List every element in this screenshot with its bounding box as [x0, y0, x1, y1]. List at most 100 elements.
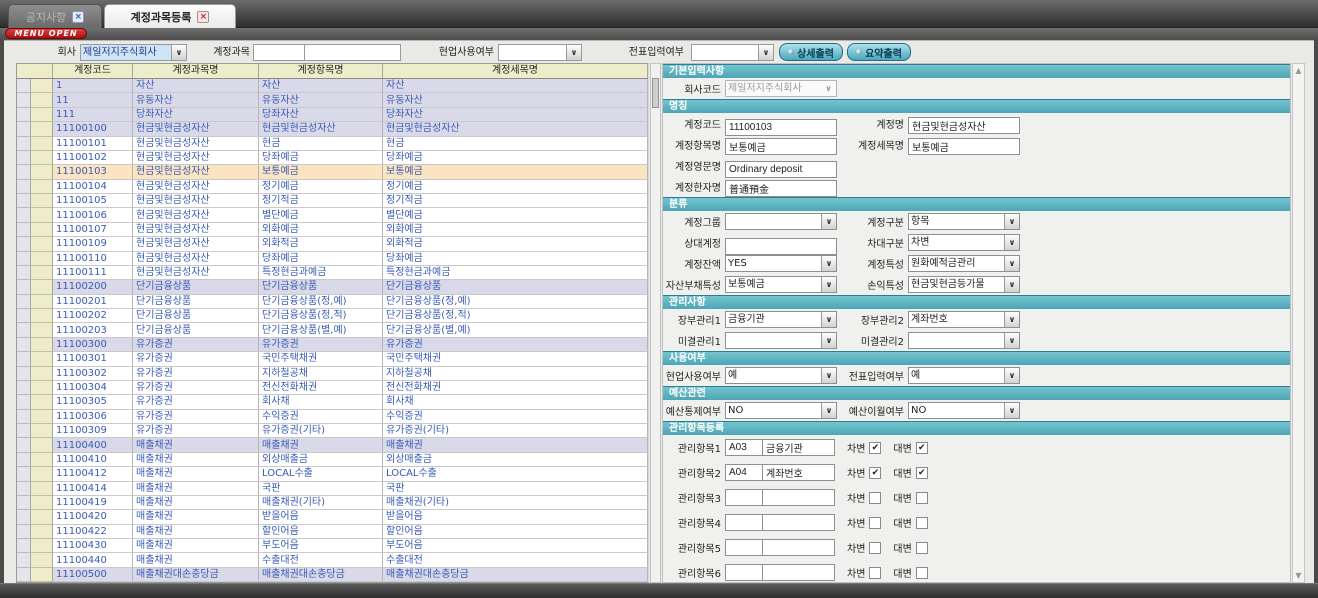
table-row[interactable]: 11100440매출채권수출대전수출대전 [17, 553, 648, 567]
mgmt-name-input[interactable] [763, 439, 835, 456]
account-name-input[interactable] [304, 44, 401, 61]
table-row[interactable]: 11100111현금및현금성자산특정현금과예금특정현금과예금 [17, 266, 648, 280]
table-row[interactable]: 11100104현금및현금성자산정기예금정기예금 [17, 180, 648, 194]
table-row[interactable]: 11100106현금및현금성자산별단예금별단예금 [17, 208, 648, 222]
table-row[interactable]: 11100412매출채권LOCAL수출LOCAL수출 [17, 467, 648, 481]
panel-scrollbar[interactable]: ▲ ▼ [1292, 63, 1305, 583]
slip-entry-select[interactable]: ∨ [691, 44, 774, 61]
mgmt-name-input[interactable] [763, 464, 835, 481]
계정특성-select[interactable]: 원화예적금관리∨ [908, 255, 1020, 272]
menu-open-button[interactable]: MENU OPEN [5, 28, 87, 39]
table-cell [17, 194, 31, 208]
계정구분-select[interactable]: 항목∨ [908, 213, 1020, 230]
table-row[interactable]: 11100422매출채권할인어음할인어음 [17, 525, 648, 539]
select-value [909, 333, 1004, 348]
table-row[interactable]: 11100109현금및현금성자산외화적금외화적금 [17, 237, 648, 251]
예산통제여부-select[interactable]: NO∨ [725, 402, 837, 419]
table-row[interactable]: 11100304유가증권전신전화채권전신전화채권 [17, 381, 648, 395]
table-row[interactable]: 11100309유가증권유가증권(기타)유가증권(기타) [17, 424, 648, 438]
scrollbar-thumb[interactable] [652, 78, 659, 108]
table-scrollbar[interactable] [650, 63, 661, 583]
차대구분-select[interactable]: 차변∨ [908, 234, 1020, 251]
장부관리1-select[interactable]: 금융기관∨ [725, 311, 837, 328]
계정그룹-select[interactable]: ∨ [725, 213, 837, 230]
table-row[interactable]: 11100430매출채권부도어음부도어음 [17, 539, 648, 553]
table-row[interactable]: 11100202단기금융상품단기금융상품(정,적)단기금융상품(정,적) [17, 309, 648, 323]
table-row[interactable]: 11100419매출채권매출채권(기타)매출채권(기타) [17, 496, 648, 510]
table-row[interactable]: 11100305유가증권회사채회사채 [17, 395, 648, 409]
detail-print-button[interactable]: 상세출력 [779, 43, 843, 61]
mgmt-code-input[interactable] [725, 514, 763, 531]
table-row[interactable]: 11100302유가증권지하철공채지하철공채 [17, 367, 648, 381]
계정영문명-input[interactable] [725, 161, 837, 178]
debit-checkbox[interactable] [869, 492, 881, 504]
table-row[interactable]: 1자산자산자산 [17, 79, 648, 93]
credit-checkbox[interactable]: ✔ [916, 467, 928, 479]
table-row[interactable]: 11100103현금및현금성자산보통예금보통예금 [17, 165, 648, 179]
자산부채특성-select[interactable]: 보통예금∨ [725, 276, 837, 293]
장부관리2-select[interactable]: 계좌번호∨ [908, 311, 1020, 328]
계정세목명-input[interactable] [908, 138, 1020, 155]
전표입력여부-select[interactable]: 예∨ [908, 367, 1020, 384]
mgmt-name-input[interactable] [763, 564, 835, 581]
credit-checkbox[interactable] [916, 542, 928, 554]
table-row[interactable]: 11100306유가증권수익증권수익증권 [17, 410, 648, 424]
mgmt-code-input[interactable] [725, 539, 763, 556]
debit-checkbox[interactable]: ✔ [869, 442, 881, 454]
table-row[interactable]: 11100203단기금융상품단기금융상품(별,예)단기금융상품(별,예) [17, 323, 648, 337]
현업사용여부-select[interactable]: 예∨ [725, 367, 837, 384]
미결관리2-select[interactable]: ∨ [908, 332, 1020, 349]
table-row[interactable]: 11100107현금및현금성자산외화예금외화예금 [17, 223, 648, 237]
table-row[interactable]: 11100301유가증권국민주택채권국민주택채권 [17, 352, 648, 366]
예산이월여부-select[interactable]: NO∨ [908, 402, 1020, 419]
계정잔액-select[interactable]: YES∨ [725, 255, 837, 272]
table-row[interactable]: 11100414매출채권국판국판 [17, 482, 648, 496]
debit-checkbox[interactable] [869, 542, 881, 554]
table-row[interactable]: 11100201단기금융상품단기금융상품(정,예)단기금융상품(정,예) [17, 295, 648, 309]
active-use-select[interactable]: ∨ [498, 44, 582, 61]
손익특성-select[interactable]: 현금및현금등가물∨ [908, 276, 1020, 293]
table-row[interactable]: 11100200단기금융상품단기금융상품단기금융상품 [17, 280, 648, 294]
상대계정-input[interactable] [725, 238, 837, 255]
table-row[interactable]: 11100101현금및현금성자산현금현금 [17, 137, 648, 151]
table-row[interactable]: 11100410매출채권외상매출금외상매출금 [17, 453, 648, 467]
account-code-input[interactable] [253, 44, 305, 61]
table-row[interactable]: 11100500매출채권대손충당금매출채권대손충당금매출채권대손충당금 [17, 568, 648, 582]
mgmt-code-input[interactable] [725, 464, 763, 481]
계정코드-input[interactable] [725, 119, 837, 136]
debit-checkbox[interactable]: ✔ [869, 467, 881, 479]
table-row[interactable]: 11유동자산유동자산유동자산 [17, 93, 648, 107]
계정항목명-input[interactable] [725, 138, 837, 155]
mgmt-code-input[interactable] [725, 564, 763, 581]
credit-checkbox[interactable] [916, 517, 928, 529]
credit-checkbox[interactable] [916, 492, 928, 504]
summary-print-button[interactable]: 요약출력 [847, 43, 911, 61]
credit-checkbox[interactable] [916, 567, 928, 579]
scroll-down-icon[interactable]: ▼ [1293, 571, 1304, 580]
mgmt-name-input[interactable] [763, 489, 835, 506]
debit-checkbox[interactable] [869, 567, 881, 579]
tab-close-icon[interactable]: × [72, 11, 84, 23]
table-row[interactable]: 11100102현금및현금성자산당좌예금당좌예금 [17, 151, 648, 165]
tab-close-icon[interactable]: × [197, 11, 209, 23]
tab-notice[interactable]: 공지사항× [8, 4, 102, 28]
mgmt-name-input[interactable] [763, 539, 835, 556]
table-row[interactable]: 11100110현금및현금성자산당좌예금당좌예금 [17, 252, 648, 266]
table-row[interactable]: 11100105현금및현금성자산정기적금정기적금 [17, 194, 648, 208]
scroll-up-icon[interactable]: ▲ [1293, 66, 1304, 75]
table-row[interactable]: 11100400매출채권매출채권매출채권 [17, 438, 648, 452]
credit-checkbox[interactable]: ✔ [916, 442, 928, 454]
debit-checkbox[interactable] [869, 517, 881, 529]
mgmt-code-input[interactable] [725, 439, 763, 456]
table-row[interactable]: 11100420매출채권받을어음받을어음 [17, 510, 648, 524]
company-select[interactable]: 제일저지주식회사 ∨ [80, 44, 187, 61]
계정명-input[interactable] [908, 117, 1020, 134]
mgmt-name-input[interactable] [763, 514, 835, 531]
table-row[interactable]: 111당좌자산당좌자산당좌자산 [17, 108, 648, 122]
table-row[interactable]: 11100300유가증권유가증권유가증권 [17, 338, 648, 352]
미결관리1-select[interactable]: ∨ [725, 332, 837, 349]
tab-account-register[interactable]: 계정과목등록× [104, 4, 236, 28]
mgmt-code-input[interactable] [725, 489, 763, 506]
계정한자명-input[interactable] [725, 180, 837, 197]
table-row[interactable]: 11100100현금및현금성자산현금및현금성자산현금및현금성자산 [17, 122, 648, 136]
